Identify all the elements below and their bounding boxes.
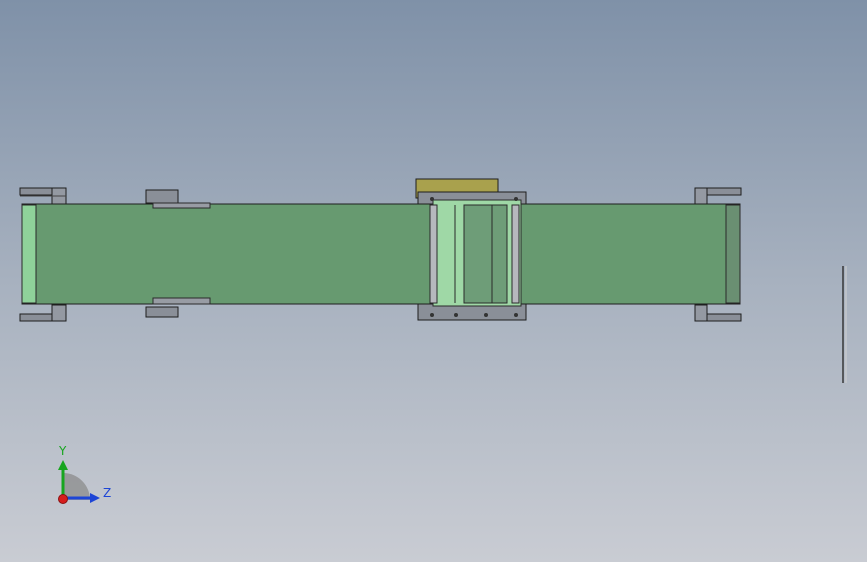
triad-quadrant	[63, 473, 90, 500]
triad-z-label: Z	[103, 486, 111, 500]
right-end-roller[interactable]	[725, 204, 741, 304]
y-axis-arrow-head-icon	[58, 460, 68, 470]
conveyor-belt[interactable]	[21, 203, 741, 305]
right-bottom-bracket[interactable]	[694, 304, 742, 322]
vertical-scrollbar-icon[interactable]	[842, 266, 847, 383]
left-end-roller[interactable]	[21, 204, 37, 304]
conveyor-model[interactable]: Y Z	[0, 0, 867, 562]
right-top-bracket[interactable]	[694, 187, 742, 205]
left-bottom-bracket[interactable]	[19, 304, 67, 322]
left-middle-top-clamp[interactable]	[145, 189, 211, 209]
orientation-triad[interactable]: Y Z	[58, 444, 111, 504]
cad-viewport[interactable]: Y Z	[0, 0, 867, 562]
x-axis-dot-icon	[58, 494, 68, 504]
z-axis-arrow-head-icon	[90, 493, 100, 503]
drive-frame[interactable]	[417, 191, 527, 321]
left-top-bracket[interactable]	[19, 187, 67, 205]
triad-y-label: Y	[58, 444, 67, 458]
left-middle-bottom-clamp[interactable]	[145, 297, 211, 318]
